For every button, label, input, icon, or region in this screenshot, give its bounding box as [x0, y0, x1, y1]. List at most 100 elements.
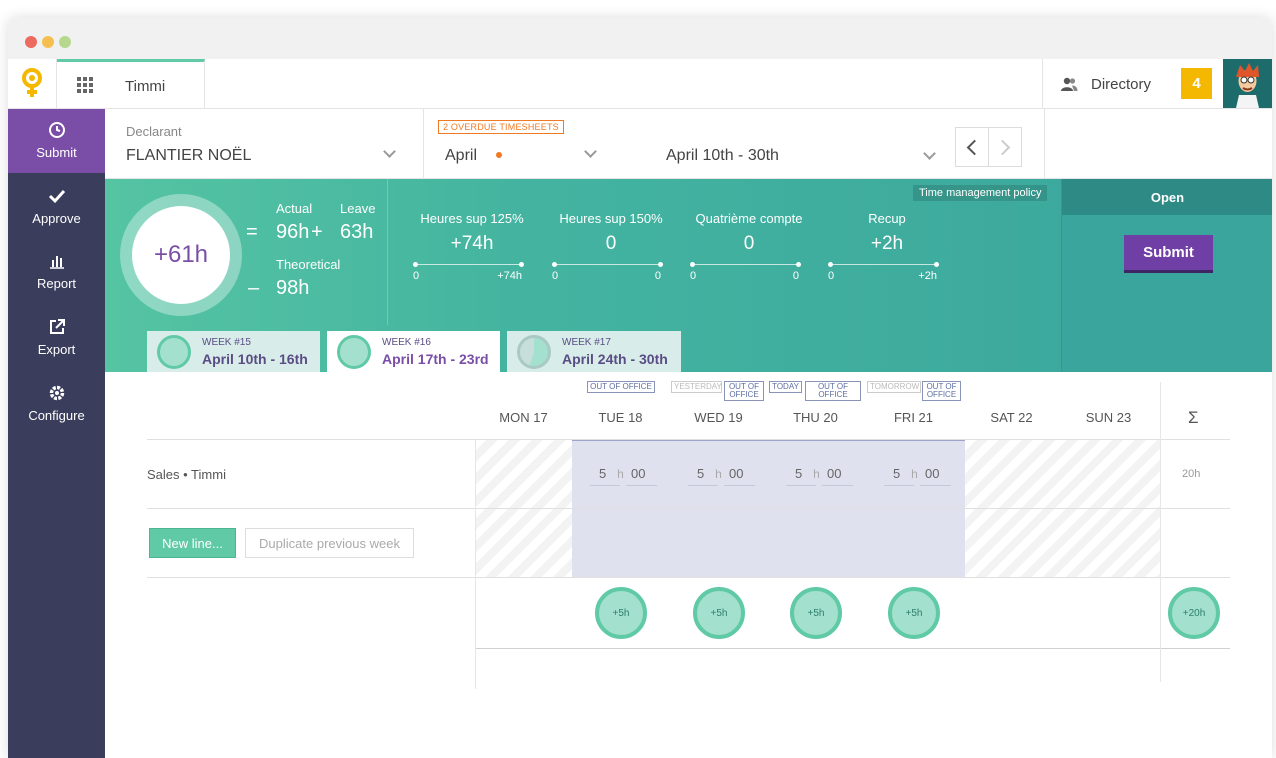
minutes-value[interactable]: 00 — [827, 466, 841, 481]
chevron-down-icon[interactable] — [584, 145, 597, 158]
filter-bar: Declarant FLANTIER NOËL 2 OVERDUE TIMESH… — [105, 109, 1272, 179]
counter-title: Recup — [868, 211, 906, 226]
tab-week-16[interactable]: WEEK #16 April 17th - 23rd — [327, 331, 500, 372]
tab-week-17[interactable]: WEEK #17 April 24th - 30th — [507, 331, 681, 372]
hours-value[interactable]: 5 — [893, 466, 900, 481]
input-underline — [884, 485, 914, 486]
sidebar-item-report[interactable]: Report — [8, 240, 105, 304]
new-line-button[interactable]: New line... — [149, 528, 236, 558]
minutes-value[interactable]: 00 — [729, 466, 743, 481]
counter-value: 0 — [605, 233, 617, 254]
minutes-value[interactable]: 00 — [925, 466, 939, 481]
day-header-mon: MON 17 — [499, 410, 548, 425]
input-underline — [786, 485, 816, 486]
lucca-logo-icon — [22, 67, 42, 97]
counter-min-dot — [552, 262, 557, 267]
timesheet-line-label: Sales • Timmi — [147, 467, 226, 482]
hours-unit: h — [715, 467, 722, 481]
divider — [475, 439, 476, 689]
week-progress-icon — [517, 335, 551, 369]
hours-unit: h — [617, 467, 624, 481]
clock-icon — [48, 122, 65, 138]
period-select[interactable]: April 10th - 30th — [666, 147, 779, 165]
status-panel: Open Submit — [1061, 179, 1272, 372]
out-of-office-badge: OUT OF OFFICE — [922, 381, 961, 401]
chevron-down-icon[interactable] — [923, 147, 936, 160]
counter-max: +2h — [918, 270, 937, 282]
input-underline — [626, 485, 657, 486]
avatar[interactable] — [1223, 59, 1272, 108]
counter-value: +2h — [870, 233, 904, 254]
input-underline — [920, 485, 951, 486]
hour-input-thu[interactable]: 5 h 00 — [795, 466, 841, 481]
tab-week-15[interactable]: WEEK #15 April 10th - 16th — [147, 331, 320, 372]
duplicate-week-button[interactable]: Duplicate previous week — [245, 528, 414, 558]
counter-track — [830, 264, 936, 265]
unavailable-day-mon — [475, 440, 572, 578]
declarant-select[interactable]: Declarant FLANTIER NOËL — [105, 109, 424, 179]
equals-sign: = — [246, 221, 258, 243]
input-underline — [724, 485, 755, 486]
sum-column-header: Σ — [1188, 408, 1199, 427]
submit-button[interactable]: Submit — [1124, 235, 1213, 273]
divider — [475, 648, 1230, 649]
minimize-window-button[interactable] — [42, 36, 54, 48]
sidebar-item-submit[interactable]: Submit — [8, 109, 112, 173]
balance-ring: +61h — [120, 194, 242, 316]
day-header-wed: WED 19 — [694, 410, 743, 425]
hour-input-fri[interactable]: 5 h 00 — [893, 466, 939, 481]
users-icon — [1061, 77, 1078, 91]
minutes-value[interactable]: 00 — [631, 466, 645, 481]
week-range: April 10th - 16th — [202, 351, 308, 367]
sidebar: Submit Approve Report Export Configure — [8, 109, 112, 758]
out-of-office-badge: OUT OF OFFICE — [587, 381, 655, 393]
out-of-office-badge: OUT OF OFFICE — [724, 381, 764, 401]
browser-window: Timmi Directory 4 Submit Approve Report … — [8, 18, 1272, 758]
close-window-button[interactable] — [25, 36, 37, 48]
day-total-wed: +5h — [693, 587, 745, 639]
month-select[interactable]: April — [445, 147, 477, 165]
notification-badge[interactable]: 4 — [1181, 68, 1212, 99]
hours-value[interactable]: 5 — [795, 466, 802, 481]
gear-icon — [49, 385, 64, 401]
input-underline — [590, 485, 620, 486]
sidebar-item-approve[interactable]: Approve — [8, 175, 105, 239]
next-period-button[interactable] — [988, 127, 1022, 167]
previous-period-button[interactable] — [955, 127, 989, 167]
divider — [147, 508, 1230, 509]
counter-max-dot — [796, 262, 801, 267]
counter-title: Heures sup 150% — [559, 211, 663, 226]
chevron-right-icon — [994, 139, 1011, 156]
user-avatar-icon — [1223, 59, 1272, 108]
yesterday-badge: YESTERDAY — [671, 381, 722, 393]
day-header-tue: TUE 18 — [598, 410, 643, 425]
actual-label: Actual — [276, 201, 313, 216]
balance-value: +61h — [132, 206, 230, 304]
week-number: WEEK #16 — [382, 337, 431, 348]
directory-link[interactable]: Directory — [1042, 59, 1172, 108]
input-underline — [822, 485, 853, 486]
alert-dot-icon — [496, 152, 502, 158]
counter-max-dot — [658, 262, 663, 267]
hour-input-wed[interactable]: 5 h 00 — [697, 466, 743, 481]
counter-title: Quatrième compte — [695, 211, 803, 226]
hours-unit: h — [813, 467, 820, 481]
top-navigation: Timmi Directory 4 — [8, 59, 1272, 109]
sidebar-item-configure[interactable]: Configure — [8, 372, 105, 436]
overdue-badge[interactable]: 2 OVERDUE TIMESHEETS — [438, 120, 564, 134]
plus-sign: + — [311, 221, 323, 243]
directory-label: Directory — [1091, 76, 1152, 93]
sidebar-item-export[interactable]: Export — [8, 306, 105, 370]
hours-unit: h — [911, 467, 918, 481]
maximize-window-button[interactable] — [59, 36, 71, 48]
hours-value[interactable]: 5 — [599, 466, 606, 481]
logo[interactable] — [8, 59, 57, 108]
sidebar-item-label: Submit — [36, 145, 77, 160]
hour-input-tue[interactable]: 5 h 00 — [599, 466, 645, 481]
time-policy-link[interactable]: Time management policy — [913, 185, 1048, 201]
counter-max-dot — [934, 262, 939, 267]
leave-label: Leave — [340, 201, 376, 216]
app-switcher[interactable]: Timmi — [57, 59, 205, 108]
hours-value[interactable]: 5 — [697, 466, 704, 481]
divider — [1160, 382, 1161, 682]
